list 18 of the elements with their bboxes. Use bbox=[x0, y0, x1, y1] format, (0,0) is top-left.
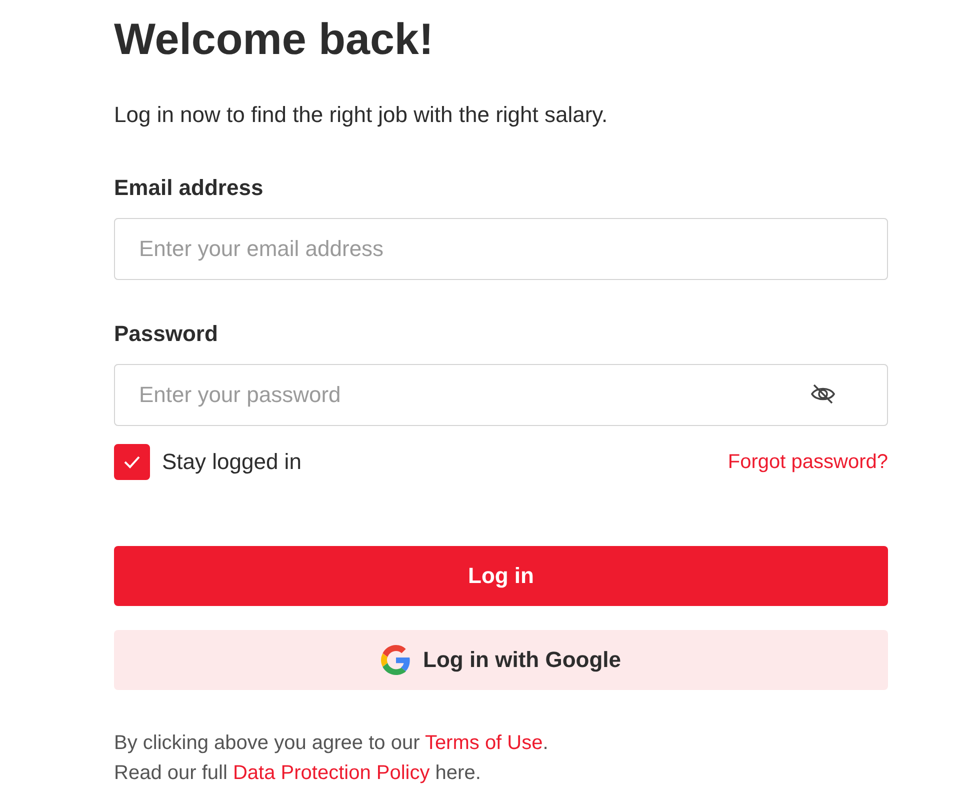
eye-slash-icon[interactable] bbox=[810, 383, 836, 405]
google-g-icon bbox=[381, 645, 412, 675]
google-login-button[interactable]: Log in with Google bbox=[114, 630, 888, 690]
password-field[interactable]: Enter your password bbox=[114, 364, 888, 426]
policy-link[interactable]: Terms of Use bbox=[424, 732, 543, 754]
forgot-password-link[interactable]: Forgot password? bbox=[728, 450, 888, 474]
field-label: Password bbox=[114, 320, 219, 348]
checkbox[interactable] bbox=[114, 444, 150, 480]
legal-text: Read our full Data Protection Policy here. bbox=[114, 761, 482, 786]
login-button[interactable]: Log in bbox=[114, 546, 888, 606]
policy-link[interactable]: Data Protection Policy bbox=[232, 762, 430, 784]
email-field[interactable]: Enter your email address bbox=[114, 218, 888, 280]
legal-text: By clicking above you agree to our Terms of Use. bbox=[114, 731, 550, 756]
checkbox-label: Stay logged in bbox=[162, 449, 302, 475]
page-title: Welcome back! bbox=[114, 14, 435, 66]
field-label: Email address bbox=[114, 174, 264, 202]
checkmark-icon bbox=[123, 455, 141, 469]
subtitle: Log in now to find the right job with the right salary. bbox=[114, 101, 609, 129]
